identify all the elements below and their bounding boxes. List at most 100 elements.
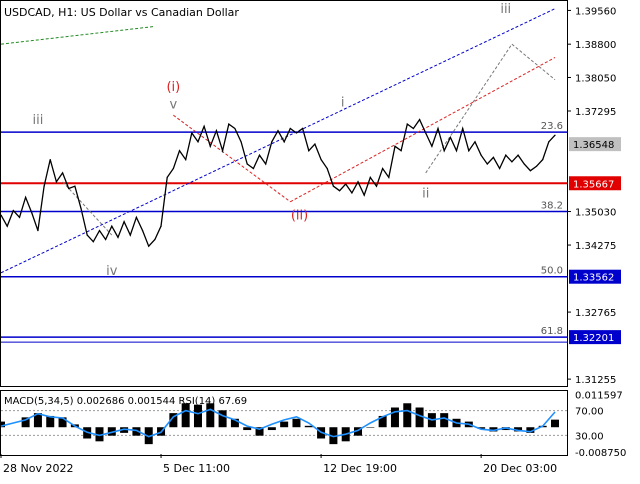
price-point-23 (141, 230, 144, 232)
price-point-44 (271, 141, 273, 143)
price-point-6 (37, 230, 39, 232)
price-tag-label-1: 1.35667 (573, 179, 614, 190)
price-tag-label-0: 1.36548 (573, 140, 614, 151)
price-point-67 (412, 127, 415, 130)
price-point-84 (517, 154, 519, 156)
price-point-18 (111, 225, 113, 227)
price-point-8 (49, 158, 51, 161)
price-point-7 (43, 185, 45, 187)
price-point-5 (31, 212, 33, 214)
symbol-title: USDCAD, H1: US Dollar vs Canadian Dollar (4, 6, 239, 19)
price-point-42 (258, 154, 261, 156)
price-point-11 (68, 187, 70, 190)
y-tick-label-6: 1.35030 (575, 208, 616, 219)
price-point-80 (492, 156, 495, 158)
macd-bar-32 (403, 403, 412, 428)
price-point-48 (295, 132, 298, 134)
price-point-37 (228, 123, 230, 125)
price-point-83 (511, 161, 513, 163)
price-point-76 (468, 150, 470, 152)
y-tick-label-3: 1.37295 (575, 107, 616, 118)
price-point-70 (431, 145, 433, 147)
y-tick-label-1: 1.38800 (575, 40, 616, 51)
x-tick-label-3: 20 Dec 03:00 (483, 462, 557, 475)
price-point-64 (394, 145, 396, 147)
price-point-41 (252, 167, 254, 170)
fib-label-0: 23.6 (541, 121, 563, 132)
price-point-28 (172, 167, 174, 170)
price-point-19 (117, 236, 119, 238)
price-point-59 (363, 194, 365, 196)
price-point-14 (86, 234, 88, 236)
ind-y-tick-0: 0.011597 (575, 391, 623, 402)
main-panel-frame (0, 0, 568, 387)
price-point-9 (55, 181, 58, 183)
price-point-27 (166, 176, 168, 178)
indicator-y-axis: 0.011597 70.00 30.00 -0.008750 (575, 391, 626, 459)
price-point-57 (351, 192, 353, 194)
price-point-62 (382, 167, 384, 170)
price-point-82 (505, 154, 507, 156)
y-tick-label-0: 1.39560 (575, 6, 616, 17)
chart-canvas: 23.638.250.061.8 iiiiv(i)v(ii)iiiiii 1.3… (0, 0, 626, 475)
macd-bar-35 (440, 413, 449, 428)
price-point-4 (25, 196, 27, 198)
macd-bar-44 (551, 419, 559, 428)
price-point-38 (234, 127, 236, 130)
wave-label-4: (ii) (291, 209, 308, 224)
macd-bar-17 (218, 410, 227, 428)
macd-bar-29 (366, 427, 375, 428)
price-point-17 (105, 238, 107, 241)
price-point-71 (437, 127, 439, 130)
price-point-56 (345, 183, 347, 185)
price-point-88 (542, 158, 544, 161)
price-point-30 (185, 158, 187, 161)
x-tick-label-1: 5 Dec 11:00 (163, 462, 230, 475)
price-point-86 (529, 170, 531, 172)
macd-bar-22 (280, 421, 289, 428)
price-point-45 (277, 130, 279, 132)
price-tag-label-2: 1.33562 (573, 273, 614, 284)
price-point-39 (240, 141, 242, 143)
price-point-51 (314, 143, 316, 145)
price-point-79 (486, 163, 488, 165)
price-point-26 (160, 225, 162, 227)
price-point-1 (6, 225, 8, 227)
price-point-61 (375, 185, 378, 187)
price-point-43 (265, 163, 267, 165)
price-point-53 (326, 167, 328, 170)
price-point-29 (178, 150, 181, 152)
price-point-65 (400, 150, 402, 152)
price-point-31 (191, 132, 193, 134)
price-point-20 (123, 221, 125, 223)
price-point-22 (135, 216, 138, 218)
price-point-50 (308, 150, 310, 152)
fib-label-1: 38.2 (541, 201, 563, 212)
price-point-90 (554, 134, 556, 136)
price-point-13 (80, 207, 82, 210)
price-point-2 (12, 210, 14, 212)
ind-y-tick-2: 30.00 (575, 431, 604, 442)
macd-bar-19 (243, 427, 252, 431)
y-tick-label-2: 1.38050 (575, 73, 616, 84)
price-point-66 (406, 123, 408, 125)
price-point-36 (222, 150, 224, 152)
wave-label-3: v (170, 98, 178, 113)
price-tag-label-3: 1.32201 (573, 333, 614, 344)
wave-label-0: iii (33, 113, 44, 128)
price-point-78 (480, 154, 482, 156)
price-point-47 (289, 127, 291, 130)
indicator-title: MACD(5,34,5) 0.002686 0.001544 RSI(14) 6… (4, 396, 247, 407)
price-point-74 (455, 150, 458, 152)
price-point-32 (197, 141, 199, 143)
x-tick-label-0: 28 Nov 2022 (3, 462, 73, 475)
fib-label-3: 61.8 (541, 326, 563, 337)
price-point-52 (320, 158, 322, 161)
price-point-33 (203, 125, 205, 127)
price-point-49 (302, 127, 304, 130)
price-point-69 (425, 132, 427, 134)
x-tick-label-2: 12 Dec 19:00 (323, 462, 397, 475)
price-point-60 (369, 176, 371, 178)
price-point-75 (462, 127, 464, 130)
price-point-35 (215, 130, 218, 132)
